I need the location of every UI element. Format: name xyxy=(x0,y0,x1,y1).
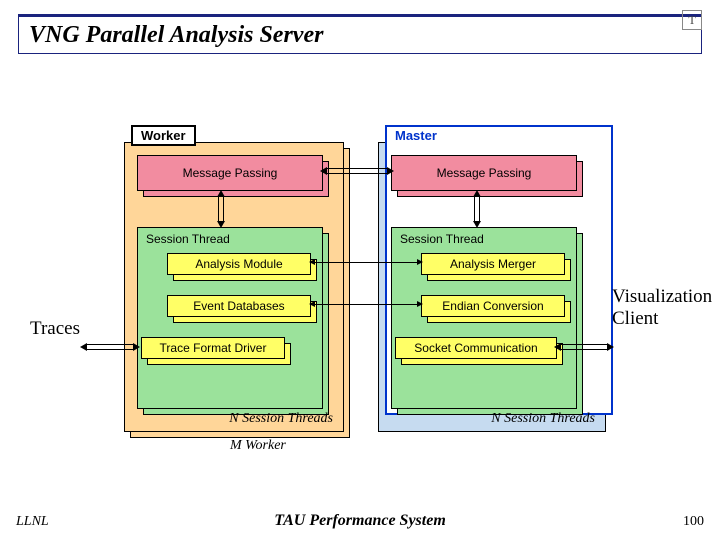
worker-message-passing: Message Passing xyxy=(137,155,323,191)
arrow-master-vert xyxy=(474,196,480,222)
master-panel: Master Message Passing Session Thread An… xyxy=(378,142,606,432)
footer-right: 100 xyxy=(683,514,704,530)
arrow-eventdb-endian xyxy=(314,304,418,305)
title-bar: VNG Parallel Analysis Server xyxy=(18,14,702,54)
event-databases: Event Databases xyxy=(167,295,311,317)
arrow-worker-vert xyxy=(218,196,224,222)
worker-label: Worker xyxy=(131,125,196,146)
visualization-client-label: Visualization Client xyxy=(612,286,712,330)
page-title: VNG Parallel Analysis Server xyxy=(29,22,323,49)
n-session-worker: N Session Threads xyxy=(229,411,333,427)
arrow-module-merger xyxy=(314,262,418,263)
arrow-viz xyxy=(560,344,608,350)
footer-center: TAU Performance System xyxy=(0,512,720,530)
m-worker-label: M Worker xyxy=(230,438,286,454)
socket-communication: Socket Communication xyxy=(395,337,557,359)
traces-label: Traces xyxy=(30,318,80,340)
arrow-traces xyxy=(86,344,134,350)
worker-session-label: Session Thread xyxy=(146,232,230,246)
master-session-label: Session Thread xyxy=(400,232,484,246)
master-message-passing: Message Passing xyxy=(391,155,577,191)
endian-conversion: Endian Conversion xyxy=(421,295,565,317)
worker-panel: Worker Message Passing Session Thread An… xyxy=(124,142,344,432)
analysis-module: Analysis Module xyxy=(167,253,311,275)
arrow-msgpass xyxy=(326,168,388,174)
logo-icon: T xyxy=(682,10,702,30)
trace-format-driver: Trace Format Driver xyxy=(141,337,285,359)
n-session-master: N Session Threads xyxy=(491,411,595,427)
analysis-merger: Analysis Merger xyxy=(421,253,565,275)
